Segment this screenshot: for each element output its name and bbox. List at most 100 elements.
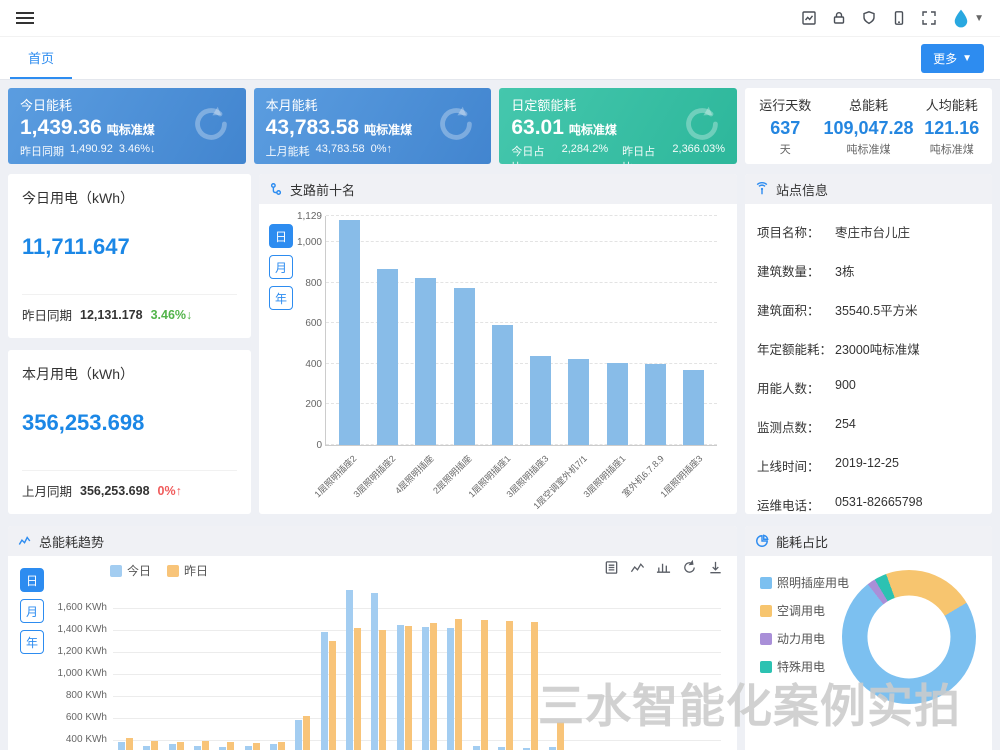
pie-legend-item[interactable]: 空调用电 [760,602,849,619]
panel-title: 能耗占比 [776,532,828,551]
period-button-月[interactable]: 月 [20,599,44,623]
lock-icon[interactable] [831,10,847,26]
legend-swatch [760,605,772,617]
site-info-label: 年定额能耗： [757,339,835,358]
pie-legend-label: 照明插座用电 [777,574,849,591]
fullscreen-icon[interactable] [921,10,937,26]
refresh-icon [433,101,479,152]
bar-slot [683,216,704,445]
kpi-value: 63.01 [511,116,564,139]
bar-chart-icon[interactable] [656,560,671,575]
stat-total-energy: 总能耗 109,047.28 吨标准煤 [823,94,913,158]
electricity-column: 今日用电（kWh） 11,711.647 昨日同期 12,131.178 3.4… [8,174,251,514]
site-info-value: 254 [835,417,856,436]
pie-legend-label: 空调用电 [777,602,825,619]
legend-item-今日[interactable]: 今日 [110,562,151,579]
y-axis-label: 200 [280,399,322,410]
kpi-card-daily-quota: 日定额能耗 63.01吨标准煤 今日占比： 2,284.2% 昨日占比： 2,3… [499,88,737,164]
bar-group [417,586,442,750]
bar [377,269,398,445]
pie-legend-item[interactable]: 特殊用电 [760,658,849,675]
period-button-月[interactable]: 月 [269,255,293,279]
x-label-slot: 3层照明插座2 [376,448,397,510]
period-button-日[interactable]: 日 [20,568,44,592]
legend-swatch [760,633,772,645]
bar-group [392,586,417,750]
panel-title: 总能耗趋势 [39,532,104,551]
site-info-label: 监测点数： [757,417,835,436]
kpi-delta: 0%↑ [371,143,392,159]
kpi-card-today-energy: 今日能耗 1,439.36吨标准煤 昨日同期 1,490.92 3.46%↓ [8,88,246,164]
bar-group [265,586,290,750]
download-icon[interactable] [708,560,723,575]
list-icon[interactable] [604,560,619,575]
bar-group [518,586,543,750]
brand-menu[interactable]: ▼ [951,8,984,28]
tab-home[interactable]: 首页 [10,37,72,79]
usage-value: 11,711.647 [22,234,237,260]
shield-icon[interactable] [861,10,877,26]
topbar-actions: ▼ [801,8,984,28]
bar-昨日 [430,623,437,750]
pie-legend-item[interactable]: 照明插座用电 [760,574,849,591]
trend-icon [18,534,32,548]
refresh-icon[interactable] [682,560,697,575]
bar-group [493,586,518,750]
middle-row: 今日用电（kWh） 11,711.647 昨日同期 12,131.178 3.4… [8,174,992,514]
legend-item-昨日[interactable]: 昨日 [167,562,208,579]
trend-period-buttons: 日月年 [20,568,44,654]
stat-value: 121.16 [914,118,990,139]
bar-group [316,586,341,750]
x-label-slot: 2层照明插座 [453,448,474,510]
bar-group [113,586,138,750]
y-axis-label: 1,000 KWh [45,668,107,679]
y-axis-label: 800 [280,278,322,289]
kpi-row: 今日能耗 1,439.36吨标准煤 昨日同期 1,490.92 3.46%↓ 本… [8,88,992,164]
kpi-sub-label: 昨日同期 [20,143,64,159]
bar-今日 [422,627,429,750]
bar-group [620,586,645,750]
chart-panel-icon[interactable] [801,10,817,26]
y-axis-label: 800 KWh [45,690,107,701]
bottom-row: 总能耗趋势 今日昨日 日月年 1,600 KWh1,400 KWh1,200 K… [8,526,992,750]
site-info-row: 监测点数：254 [757,407,980,446]
site-info-row: 运维电话：0531-82665798 [757,485,980,514]
legend-swatch [760,661,772,673]
period-button-年[interactable]: 年 [269,286,293,310]
bar-昨日 [531,622,538,750]
line-chart-icon[interactable] [630,560,645,575]
more-button[interactable]: 更多 ▼ [921,44,984,73]
kpi-sub-label: 上月能耗 [266,143,310,159]
x-label-slot: 1层空调室外机7/1 [568,448,589,510]
pie-legend-item[interactable]: 动力用电 [760,630,849,647]
period-button-年[interactable]: 年 [20,630,44,654]
site-info-label: 上线时间： [757,456,835,475]
trend-toolbar [604,560,723,575]
x-label-slot: 4层照明插座 [414,448,435,510]
kpi-unit: 吨标准煤 [107,123,155,137]
bar [530,356,551,445]
kpi-sub-label: 昨日占比： [622,143,666,164]
x-label-slot: 1层照明插座1 [491,448,512,510]
site-info-panel: 站点信息 项目名称：枣庄市台儿庄建筑数量：3栋建筑面积：35540.5平方米年定… [745,174,992,514]
bar-slot [454,216,475,445]
bars-container [326,216,717,445]
bar-group [442,586,467,750]
usage-title: 本月用电（kWh） [22,364,237,384]
bar-group [138,586,163,750]
chevron-down-icon: ▼ [962,53,972,64]
today-electricity-card: 今日用电（kWh） 11,711.647 昨日同期 12,131.178 3.4… [8,174,251,338]
site-info-value: 3栋 [835,261,854,280]
stat-unit: 天 [747,141,823,157]
usage-sub-label: 昨日同期 [22,305,72,324]
water-drop-icon [951,8,971,28]
bar-group [214,586,239,750]
stat-label: 人均能耗 [914,95,990,114]
mobile-icon[interactable] [891,10,907,26]
bar-slot [645,216,666,445]
bar-今日 [194,746,201,750]
menu-icon[interactable] [16,9,34,27]
bar [683,370,704,445]
energy-share-donut-chart [842,570,976,704]
bar-group [164,586,189,750]
